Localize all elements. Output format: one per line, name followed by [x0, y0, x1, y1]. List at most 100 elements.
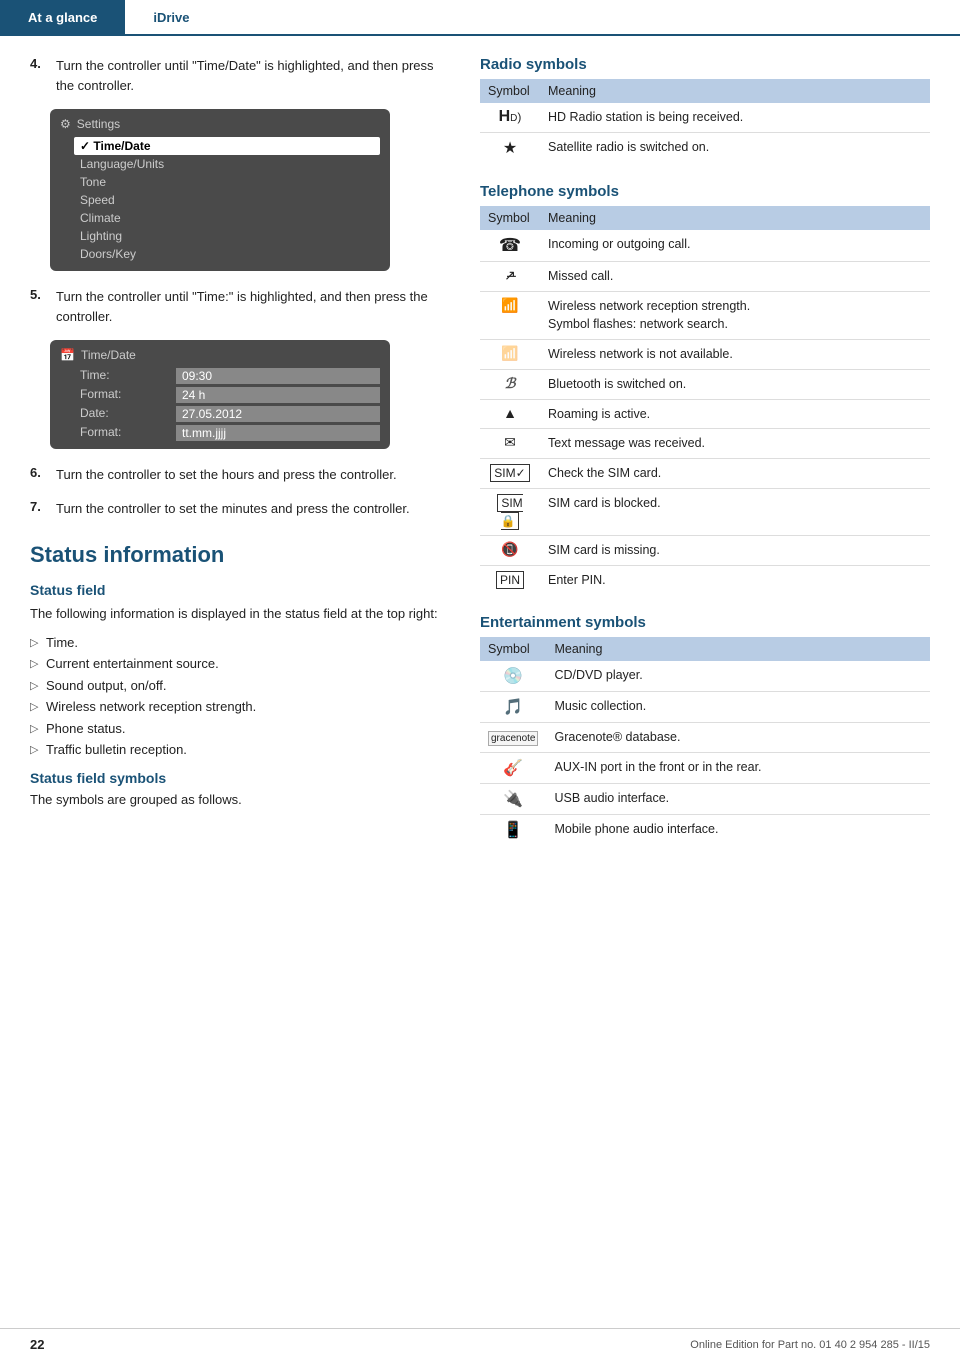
radio-symbol-hd: HD) — [480, 103, 540, 132]
radio-meaning-hd: HD Radio station is being received. — [540, 103, 930, 132]
ent-meaning-aux: AUX-IN port in the front or in the rear. — [546, 753, 930, 784]
table-row: 🎸 AUX-IN port in the front or in the rea… — [480, 753, 930, 784]
entertainment-symbols-heading: Entertainment symbols — [480, 614, 930, 631]
table-row: ☎ Incoming or outgoing call. — [480, 230, 930, 262]
bullet-traffic: ▷ Traffic bulletin reception. — [30, 740, 450, 760]
bullet-arrow-icon: ▷ — [30, 656, 40, 673]
tel-symbol-signal: 📶 — [480, 291, 540, 340]
step-6: 6. Turn the controller to set the hours … — [30, 465, 450, 485]
telephone-symbols-heading: Telephone symbols — [480, 183, 930, 200]
time-label: Time: — [80, 368, 170, 384]
bullet-phone: ▷ Phone status. — [30, 719, 450, 739]
ent-meaning-mobile: Mobile phone audio interface. — [546, 815, 930, 846]
menu-item-speed: Speed — [80, 191, 380, 209]
left-column: 4. Turn the controller until "Time/Date"… — [30, 56, 450, 865]
ent-col-meaning: Meaning — [546, 637, 930, 661]
ent-symbol-mobile: 📱 — [480, 815, 546, 846]
tel-meaning-missed: Missed call. — [540, 261, 930, 291]
step-4-number: 4. — [30, 56, 48, 71]
bullet-arrow-icon: ▷ — [30, 699, 40, 716]
format1-value: 24 h — [176, 387, 380, 403]
tab-idrive[interactable]: iDrive — [125, 0, 217, 34]
bullet-entertainment: ▷ Current entertainment source. — [30, 654, 450, 674]
status-information-heading: Status information — [30, 542, 450, 568]
bullet-sound: ▷ Sound output, on/off. — [30, 676, 450, 696]
table-row: 📵 SIM card is missing. — [480, 535, 930, 565]
tel-meaning-bluetooth: Bluetooth is switched on. — [540, 369, 930, 399]
settings-screen: ⚙ Settings ✓ Time/Date Language/Units To… — [50, 109, 390, 271]
main-content: 4. Turn the controller until "Time/Date"… — [0, 36, 960, 905]
status-bullet-list: ▷ Time. ▷ Current entertainment source. … — [30, 633, 450, 760]
tel-symbol-roaming: ▲ — [480, 399, 540, 429]
tel-meaning-pin: Enter PIN. — [540, 565, 930, 594]
menu-item-tone: Tone — [80, 173, 380, 191]
step-5: 5. Turn the controller until "Time:" is … — [30, 287, 450, 326]
tel-symbol-sim-blocked: SIM🔒 — [480, 488, 540, 535]
radio-symbol-satellite: ★ — [480, 132, 540, 163]
radio-col-meaning: Meaning — [540, 79, 930, 103]
page-number: 22 — [30, 1337, 44, 1352]
header: At a glance iDrive — [0, 0, 960, 36]
step-4: 4. Turn the controller until "Time/Date"… — [30, 56, 450, 95]
bullet-wireless: ▷ Wireless network reception strength. — [30, 697, 450, 717]
tel-symbol-sim-missing: 📵 — [480, 535, 540, 565]
gear-icon: ⚙ — [60, 117, 71, 131]
tel-symbol-missed: ↗̶ — [480, 261, 540, 291]
status-field-symbols-heading: Status field symbols — [30, 770, 450, 786]
timedate-screen: 📅 Time/Date Time: 09:30 Format: 24 h Dat… — [50, 340, 390, 449]
step-5-number: 5. — [30, 287, 48, 302]
tel-meaning-sms: Text message was received. — [540, 429, 930, 459]
tab-at-a-glance[interactable]: At a glance — [0, 0, 125, 34]
tel-col-meaning: Meaning — [540, 206, 930, 230]
radio-meaning-satellite: Satellite radio is switched on. — [540, 132, 930, 163]
tel-symbol-sim-check: SIM✓ — [480, 459, 540, 489]
menu-item-timedate: ✓ Time/Date — [74, 137, 380, 155]
table-row: ↗̶ Missed call. — [480, 261, 930, 291]
table-row: 🔌 USB audio interface. — [480, 784, 930, 815]
menu-item-language: Language/Units — [80, 155, 380, 173]
table-row: ★ Satellite radio is switched on. — [480, 132, 930, 163]
footer-text: Online Edition for Part no. 01 40 2 954 … — [690, 1339, 930, 1351]
ent-meaning-gracenote: Gracenote® database. — [546, 723, 930, 753]
step-4-text: Turn the controller until "Time/Date" is… — [56, 56, 450, 95]
table-row: 💿 CD/DVD player. — [480, 661, 930, 692]
timedate-grid: Time: 09:30 Format: 24 h Date: 27.05.201… — [80, 368, 380, 441]
bullet-arrow-icon: ▷ — [30, 678, 40, 695]
tel-symbol-bluetooth: ℬ — [480, 369, 540, 399]
bullet-time-text: Time. — [46, 633, 78, 653]
tel-symbol-sms: ✉ — [480, 429, 540, 459]
timedate-title: 📅 Time/Date — [60, 348, 380, 362]
ent-symbol-usb: 🔌 — [480, 784, 546, 815]
table-row: 🎵 Music collection. — [480, 692, 930, 723]
tel-meaning-sim-missing: SIM card is missing. — [540, 535, 930, 565]
menu-item-lighting: Lighting — [80, 227, 380, 245]
bullet-phone-text: Phone status. — [46, 719, 126, 739]
tel-meaning-roaming: Roaming is active. — [540, 399, 930, 429]
tel-meaning-signal: Wireless network reception strength.Symb… — [540, 291, 930, 340]
ent-meaning-cd: CD/DVD player. — [546, 661, 930, 692]
tel-symbol-no-network: 📶 — [480, 340, 540, 370]
ent-meaning-usb: USB audio interface. — [546, 784, 930, 815]
tel-meaning-no-network: Wireless network is not available. — [540, 340, 930, 370]
bullet-arrow-icon: ▷ — [30, 635, 40, 652]
bullet-arrow-icon: ▷ — [30, 721, 40, 738]
table-row: SIM✓ Check the SIM card. — [480, 459, 930, 489]
table-row: gracenote Gracenote® database. — [480, 723, 930, 753]
calendar-icon: 📅 — [60, 348, 75, 362]
tel-meaning-sim-blocked: SIM card is blocked. — [540, 488, 930, 535]
step-7-number: 7. — [30, 499, 48, 514]
tel-meaning-call: Incoming or outgoing call. — [540, 230, 930, 262]
status-field-symbols-text: The symbols are grouped as follows. — [30, 790, 450, 811]
telephone-symbols-table: Symbol Meaning ☎ Incoming or outgoing ca… — [480, 206, 930, 595]
entertainment-symbols-table: Symbol Meaning 💿 CD/DVD player. 🎵 Music … — [480, 637, 930, 845]
step-7-text: Turn the controller to set the minutes a… — [56, 499, 410, 519]
step-7: 7. Turn the controller to set the minute… — [30, 499, 450, 519]
table-row: ▲ Roaming is active. — [480, 399, 930, 429]
bullet-traffic-text: Traffic bulletin reception. — [46, 740, 187, 760]
bullet-wireless-text: Wireless network reception strength. — [46, 697, 256, 717]
settings-menu: ✓ Time/Date Language/Units Tone Speed Cl… — [60, 137, 380, 263]
tel-symbol-call: ☎ — [480, 230, 540, 262]
format2-label: Format: — [80, 425, 170, 441]
format1-label: Format: — [80, 387, 170, 403]
settings-title: ⚙ Settings — [60, 117, 380, 131]
